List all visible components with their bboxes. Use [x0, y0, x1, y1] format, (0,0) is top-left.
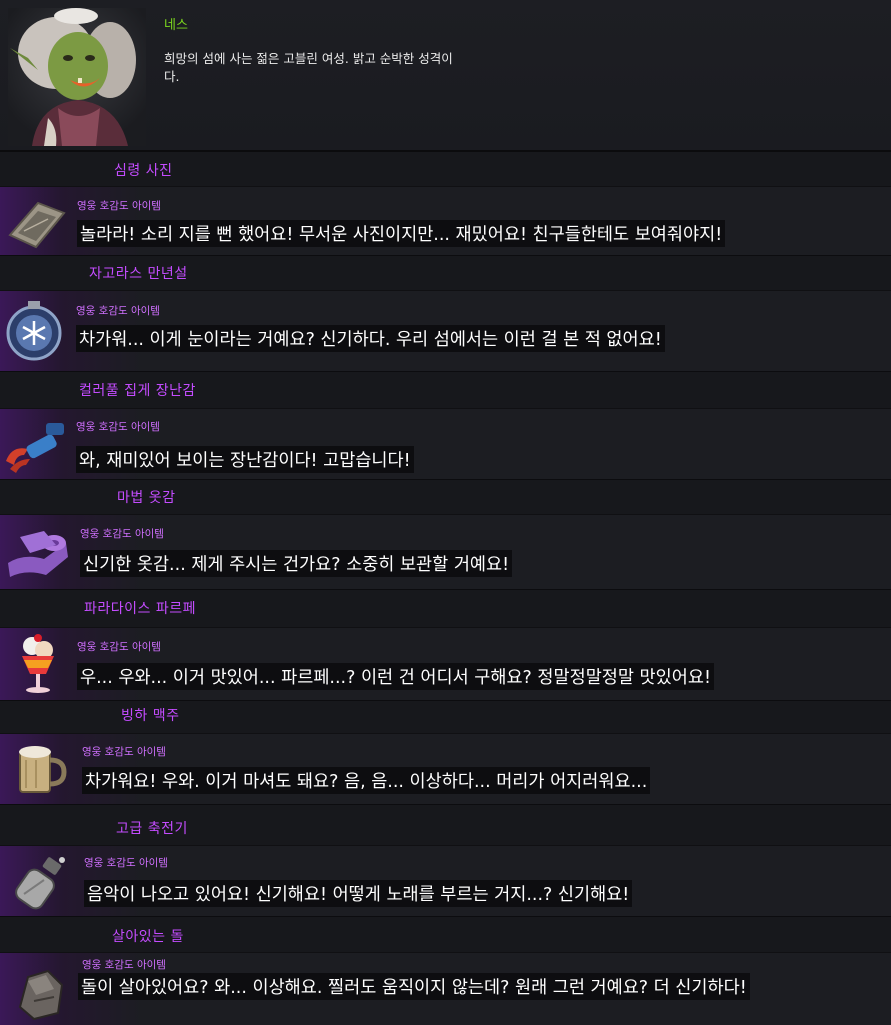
goblin-portrait: [8, 8, 146, 146]
item-title: 자고라스 만년설: [89, 266, 188, 282]
item-title: 빙하 맥주: [121, 708, 180, 724]
item-subtitle: 영웅 호감도 아이템: [82, 746, 166, 758]
item-row[interactable]: 영웅 호감도 아이템 우... 우와... 이거 맛있어... 파르페...? …: [0, 627, 891, 701]
item-row[interactable]: 영웅 호감도 아이템 와, 재미있어 보이는 장난감이다! 고맙습니다!: [0, 408, 891, 480]
item-title: 고급 축전기: [116, 821, 188, 837]
item-subtitle: 영웅 호감도 아이템: [82, 959, 166, 971]
item-subtitle: 영웅 호감도 아이템: [76, 305, 160, 317]
item-title: 심령 사진: [114, 163, 173, 179]
item-row[interactable]: 영웅 호감도 아이템 놀라라! 소리 지를 뻔 했어요! 무서운 사진이지만..…: [0, 186, 891, 256]
item-dialogue: 와, 재미있어 보이는 장난감이다! 고맙습니다!: [76, 446, 414, 473]
parfait-icon: [22, 634, 54, 693]
item-row[interactable]: 영웅 호감도 아이템 차가워요! 우와. 이거 마셔도 돼요? 음, 음... …: [0, 733, 891, 805]
capacitor-icon: [15, 857, 65, 910]
item-row[interactable]: 영웅 호감도 아이템 차가워... 이게 눈이라는 거예요? 신기하다. 우리 …: [0, 290, 891, 372]
item-dialogue: 돌이 살아있어요? 와... 이상해요. 찔러도 움직이지 않는데? 원래 그런…: [78, 973, 750, 1000]
item-title: 컬러풀 집게 장난감: [79, 383, 196, 399]
item-dialogue: 신기한 옷감... 제게 주시는 건가요? 소중히 보관할 거예요!: [80, 550, 513, 577]
item-dialogue: 음악이 나오고 있어요! 신기해요! 어떻게 노래를 부르는 거지...? 신기…: [84, 880, 633, 907]
item-dialogue: 놀라라! 소리 지를 뻔 했어요! 무서운 사진이지만... 재밌어요! 친구들…: [77, 220, 726, 247]
item-subtitle: 영웅 호감도 아이템: [77, 641, 161, 653]
item-title: 파라다이스 파르페: [84, 601, 196, 617]
item-subtitle: 영웅 호감도 아이템: [80, 528, 164, 540]
item-dialogue: 우... 우와... 이거 맛있어... 파르페...? 이런 건 어디서 구해…: [77, 663, 714, 690]
item-row[interactable]: 영웅 호감도 아이템 신기한 옷감... 제게 주시는 건가요? 소중히 보관할…: [0, 514, 891, 590]
npc-header: 네스 희망의 섬에 사는 젊은 고블린 여성. 밝고 순박한 성격이다.: [0, 0, 891, 152]
item-subtitle: 영웅 호감도 아이템: [84, 857, 168, 869]
item-dialogue: 차가워... 이게 눈이라는 거예요? 신기하다. 우리 섬에서는 이런 걸 본…: [76, 325, 665, 352]
photo-icon: [8, 201, 66, 249]
item-dialogue: 차가워요! 우와. 이거 마셔도 돼요? 음, 음... 이상하다... 머리가…: [82, 767, 651, 794]
item-subtitle: 영웅 호감도 아이템: [77, 200, 161, 212]
beer-mug-icon: [19, 746, 67, 793]
stone-icon: [18, 969, 64, 1021]
item-row[interactable]: 영웅 호감도 아이템 음악이 나오고 있어요! 신기해요! 어떻게 노래를 부르…: [0, 845, 891, 917]
item-title: 살아있는 돌: [112, 929, 184, 945]
fabric-icon: [8, 531, 68, 577]
item-title: 마법 옷감: [117, 490, 176, 506]
snow-orb-icon: [6, 301, 62, 361]
item-subtitle: 영웅 호감도 아이템: [76, 421, 160, 433]
item-row[interactable]: 영웅 호감도 아이템 돌이 살아있어요? 와... 이상해요. 찔러도 움직이지…: [0, 952, 891, 1025]
npc-description: 희망의 섬에 사는 젊은 고블린 여성. 밝고 순박한 성격이다.: [164, 51, 453, 84]
claw-toy-icon: [6, 423, 64, 473]
npc-name: 네스: [164, 18, 188, 33]
